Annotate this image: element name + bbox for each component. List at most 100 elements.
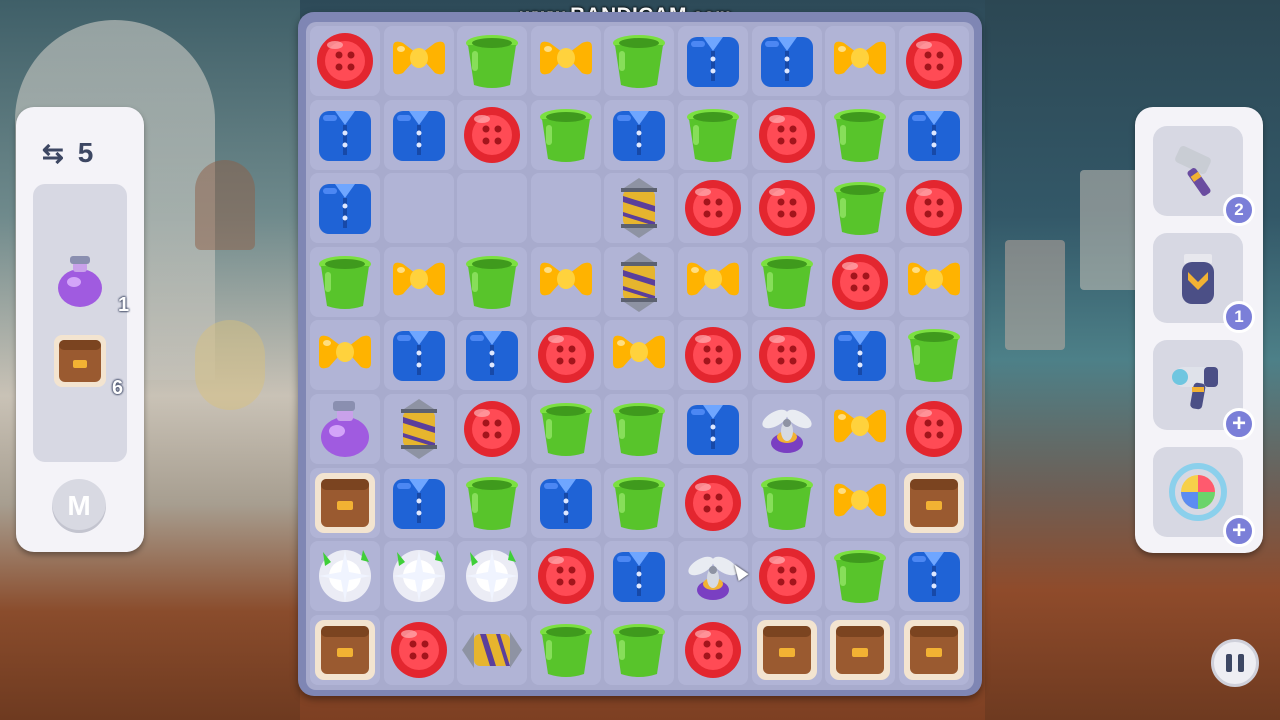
menu-button[interactable]: M	[52, 479, 106, 533]
goals-list: 1 6	[33, 184, 129, 462]
sparkle-effect-tile[interactable]	[382, 539, 456, 613]
pot-tile[interactable]	[676, 98, 750, 172]
drawer-box-tile[interactable]	[308, 613, 382, 687]
button-tile[interactable]	[455, 98, 529, 172]
pot-tile[interactable]	[529, 392, 603, 466]
shirt-tile[interactable]	[750, 24, 824, 98]
shuffle-add-badge[interactable]: +	[1223, 515, 1255, 547]
shirt-tile[interactable]	[897, 539, 971, 613]
sparkle-effect-tile[interactable]	[308, 539, 382, 613]
bow-tile[interactable]	[897, 245, 971, 319]
drawer-box-tile[interactable]	[750, 613, 824, 687]
button-tile[interactable]	[823, 245, 897, 319]
pot-tile[interactable]	[823, 171, 897, 245]
hair-dryer-add-badge[interactable]: +	[1223, 408, 1255, 440]
shirt-tile[interactable]	[676, 24, 750, 98]
moves-remaining: 5	[77, 137, 94, 168]
shirt-tile[interactable]	[602, 98, 676, 172]
shirt-tile[interactable]	[676, 392, 750, 466]
shirt-tile[interactable]	[308, 171, 382, 245]
button-tile[interactable]	[382, 613, 456, 687]
button-tile[interactable]	[897, 24, 971, 98]
pot-tile[interactable]	[455, 466, 529, 540]
shirt-tile[interactable]	[382, 98, 456, 172]
sparkle-icon	[319, 550, 371, 603]
pot-tile[interactable]	[602, 613, 676, 687]
shirt-tile[interactable]	[529, 466, 603, 540]
pot-tile[interactable]	[308, 245, 382, 319]
pot-tile[interactable]	[750, 245, 824, 319]
shirt-tile[interactable]	[455, 318, 529, 392]
shirt-icon	[760, 37, 813, 87]
pot-tile[interactable]	[529, 613, 603, 687]
button-icon	[464, 106, 521, 163]
bow-tile[interactable]	[823, 466, 897, 540]
booster-hair-dryer[interactable]: +	[1153, 340, 1255, 440]
button-tile[interactable]	[750, 98, 824, 172]
drawer-box-tile[interactable]	[897, 466, 971, 540]
button-tile[interactable]	[676, 318, 750, 392]
pot-tile[interactable]	[529, 98, 603, 172]
rocket-horizontal-tile[interactable]	[455, 613, 529, 687]
bow-tile[interactable]	[382, 245, 456, 319]
shirt-tile[interactable]	[382, 466, 456, 540]
bow-tile[interactable]	[382, 24, 456, 98]
shirt-tile[interactable]	[602, 539, 676, 613]
shirt-tile[interactable]	[823, 318, 897, 392]
pot-tile[interactable]	[602, 24, 676, 98]
pot-tile[interactable]	[823, 98, 897, 172]
drawer-box-tile[interactable]	[308, 466, 382, 540]
bow-tile[interactable]	[823, 392, 897, 466]
pot-tile[interactable]	[602, 392, 676, 466]
propeller-tile[interactable]	[750, 392, 824, 466]
pause-button[interactable]	[1211, 639, 1259, 687]
button-icon	[758, 106, 815, 163]
bow-tile[interactable]	[529, 245, 603, 319]
button-tile[interactable]	[750, 539, 824, 613]
button-tile[interactable]	[750, 171, 824, 245]
button-tile[interactable]	[529, 318, 603, 392]
pot-tile[interactable]	[823, 539, 897, 613]
bow-tile[interactable]	[308, 318, 382, 392]
rocket-vertical-tile[interactable]	[602, 171, 676, 245]
shirt-tile[interactable]	[382, 318, 456, 392]
button-tile[interactable]	[529, 539, 603, 613]
drawer-box-tile[interactable]	[897, 613, 971, 687]
boosters-panel: 2 1 + +	[1135, 107, 1263, 553]
booster-hammer[interactable]: 2	[1153, 126, 1255, 226]
button-tile[interactable]	[676, 613, 750, 687]
booster-clipper[interactable]: 1	[1153, 233, 1255, 333]
button-tile[interactable]	[897, 171, 971, 245]
drawer-box-tile[interactable]	[823, 613, 897, 687]
background-picture-frame	[1080, 170, 1140, 290]
pot-icon	[760, 476, 813, 530]
booster-shuffle[interactable]: +	[1153, 447, 1255, 547]
rocket-vertical-tile[interactable]	[382, 392, 456, 466]
shirt-icon	[466, 331, 519, 382]
rocket-vertical-tile[interactable]	[602, 245, 676, 319]
button-tile[interactable]	[455, 392, 529, 466]
button-tile[interactable]	[676, 466, 750, 540]
pot-tile[interactable]	[602, 466, 676, 540]
goal-drawer-count: 6	[112, 377, 124, 399]
button-tile[interactable]	[676, 171, 750, 245]
bow-tile[interactable]	[529, 24, 603, 98]
button-tile[interactable]	[750, 318, 824, 392]
sparkle-effect-tile[interactable]	[455, 539, 529, 613]
pot-tile[interactable]	[455, 24, 529, 98]
pot-tile[interactable]	[455, 245, 529, 319]
pot-tile[interactable]	[897, 318, 971, 392]
potion-tile[interactable]	[308, 392, 382, 466]
button-tile[interactable]	[897, 392, 971, 466]
bow-tile[interactable]	[676, 245, 750, 319]
shirt-tile[interactable]	[897, 98, 971, 172]
button-icon	[685, 180, 741, 237]
cell-background	[383, 173, 454, 244]
bow-tile[interactable]	[602, 318, 676, 392]
bow-tile[interactable]	[823, 24, 897, 98]
pot-tile[interactable]	[750, 466, 824, 540]
button-icon	[317, 33, 373, 89]
shirt-icon	[392, 110, 445, 161]
shirt-tile[interactable]	[308, 98, 382, 172]
button-tile[interactable]	[308, 24, 382, 98]
